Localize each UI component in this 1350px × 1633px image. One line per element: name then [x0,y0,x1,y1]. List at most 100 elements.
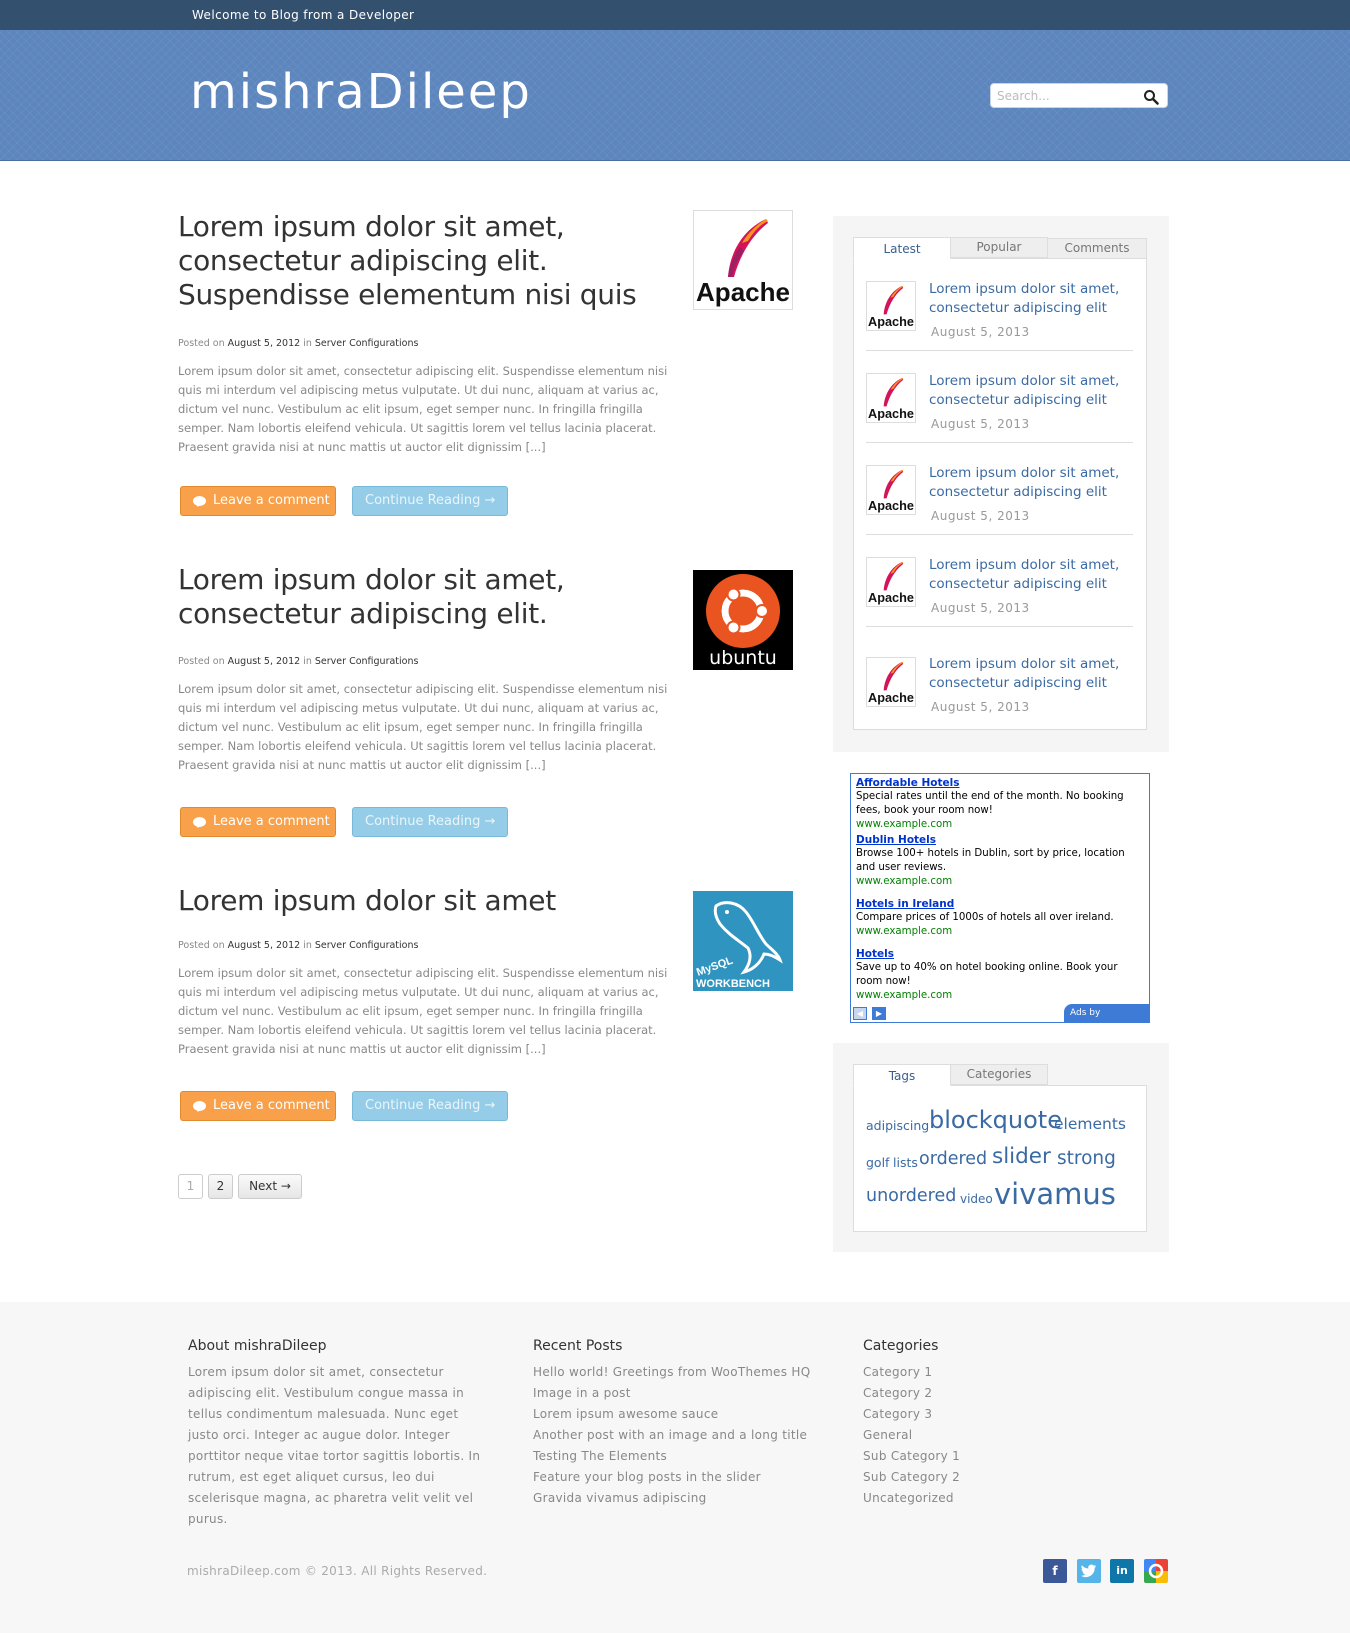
tag-link[interactable]: golf [866,1155,889,1170]
ad-url[interactable]: www.example.com [856,875,1146,889]
category-link[interactable]: Uncategorized [863,1488,1113,1509]
category-link[interactable]: Category 1 [863,1362,1113,1383]
latest-item-title[interactable]: Lorem ipsum dolor sit amet, consectetur … [929,372,1134,410]
latest-item[interactable]: Apache Lorem ipsum dolor sit amet, conse… [866,443,1133,535]
category-link[interactable]: General [863,1425,1113,1446]
mysql-workbench-logo-icon: MySQL WORKBENCH [695,901,783,990]
tab-tags[interactable]: Tags [853,1064,951,1086]
category-link[interactable]: Sub Category 1 [863,1446,1113,1467]
tag-link[interactable]: slider [992,1144,1051,1169]
post: Lorem ipsum dolor sit amet Posted on Aug… [178,884,798,1124]
site-logo[interactable]: mishraDileep [190,64,532,120]
continue-reading-button[interactable]: Continue Reading → [352,486,508,516]
post-title[interactable]: Lorem ipsum dolor sit amet, consectetur … [178,210,678,312]
category-link[interactable]: Sub Category 2 [863,1467,1113,1488]
search-icon[interactable] [1143,89,1159,105]
post-title[interactable]: Lorem ipsum dolor sit amet [178,884,678,918]
continue-reading-button[interactable]: Continue Reading → [352,807,508,837]
latest-item-thumbnail[interactable]: Apache [866,373,916,423]
ad-title[interactable]: Hotels [856,947,1146,961]
post-date[interactable]: August 5, 2012 [228,656,301,667]
leave-comment-button[interactable]: Leave a comment [180,486,336,516]
continue-reading-label: Continue Reading → [365,814,496,829]
latest-item[interactable]: Apache Lorem ipsum dolor sit amet, conse… [866,627,1133,719]
tag-link[interactable]: video [960,1192,993,1206]
tag-link[interactable]: ordered [919,1149,987,1169]
category-link[interactable]: Category 3 [863,1404,1113,1425]
post-thumbnail[interactable]: Apache [693,210,793,310]
copyright-text: mishraDileep.com © 2013. All Rights Rese… [187,1564,488,1578]
latest-item-thumbnail[interactable]: Apache [866,557,916,607]
ad-title[interactable]: Hotels in Ireland [856,897,1146,911]
ad-title[interactable]: Dublin Hotels [856,833,1146,847]
latest-item[interactable]: Apache Lorem ipsum dolor sit amet, conse… [866,259,1133,351]
tab-popular[interactable]: Popular [950,237,1048,258]
latest-item-title[interactable]: Lorem ipsum dolor sit amet, consectetur … [929,280,1134,318]
post-date[interactable]: August 5, 2012 [228,940,301,951]
site-header: mishraDileep [0,30,1350,161]
post-thumbnail[interactable]: MySQL WORKBENCH [693,891,793,991]
ad-next-arrow-icon[interactable]: ▶ [872,1007,886,1020]
post-thumbnail[interactable]: ubuntu [693,570,793,670]
latest-item[interactable]: Apache Lorem ipsum dolor sit amet, conse… [866,351,1133,443]
latest-item-thumbnail[interactable]: Apache [866,465,916,515]
post-date[interactable]: August 5, 2012 [228,338,301,349]
ad-url[interactable]: www.example.com [856,989,1146,1003]
ad-item[interactable]: Hotels in Ireland Compare prices of 1000… [856,897,1146,939]
leave-comment-button[interactable]: Leave a comment [180,1091,336,1121]
recent-post-link[interactable]: Lorem ipsum awesome sauce [533,1404,833,1425]
footer-about: About mishraDileep Lorem ipsum dolor sit… [188,1338,488,1530]
ads-by-label: Ads by [1070,1008,1101,1018]
ad-url[interactable]: www.example.com [856,818,1146,832]
post-category[interactable]: Server Configurations [315,656,419,667]
facebook-icon[interactable]: f [1043,1559,1067,1583]
ad-url[interactable]: www.example.com [856,925,1146,939]
latest-item-thumbnail[interactable]: Apache [866,657,916,707]
tag-link[interactable]: vivamus [994,1177,1116,1211]
ad-item[interactable]: Affordable Hotels Special rates until th… [856,776,1146,832]
post-meta: Posted on August 5, 2012 in Server Confi… [178,940,418,951]
next-page-link[interactable]: Next → [238,1174,302,1199]
latest-item-title[interactable]: Lorem ipsum dolor sit amet, consectetur … [929,464,1134,502]
recent-post-link[interactable]: Image in a post [533,1383,833,1404]
recent-post-link[interactable]: Another post with an image and a long ti… [533,1425,833,1446]
ad-title[interactable]: Affordable Hotels [856,776,1146,790]
linkedin-icon[interactable]: in [1110,1559,1134,1583]
latest-item-thumbnail[interactable]: Apache [866,281,916,331]
google-plus-icon[interactable] [1144,1559,1168,1583]
latest-item-title[interactable]: Lorem ipsum dolor sit amet, consectetur … [929,556,1134,594]
recent-post-link[interactable]: Gravida vivamus adipiscing [533,1488,833,1509]
ad-prev-arrow-icon[interactable]: ◀ [853,1007,867,1020]
apache-logo-text: Apache [868,498,914,513]
welcome-text: Welcome to Blog from a Developer [192,8,415,22]
ad-item[interactable]: Dublin Hotels Browse 100+ hotels in Dubl… [856,833,1146,889]
apache-logo-icon: Apache [868,469,914,513]
latest-item-title[interactable]: Lorem ipsum dolor sit amet, consectetur … [929,655,1134,693]
recent-post-link[interactable]: Testing The Elements [533,1446,833,1467]
recent-post-link[interactable]: Feature your blog posts in the slider [533,1467,833,1488]
latest-item[interactable]: Apache Lorem ipsum dolor sit amet, conse… [866,535,1133,627]
twitter-icon[interactable] [1077,1559,1101,1583]
ad-item[interactable]: Hotels Save up to 40% on hotel booking o… [856,947,1146,1003]
leave-comment-button[interactable]: Leave a comment [180,807,336,837]
apache-logo-text: Apache [868,590,914,605]
ads-by-google-badge[interactable]: Ads by Google [1064,1004,1149,1038]
tab-categories[interactable]: Categories [950,1064,1048,1085]
search-input[interactable] [997,87,1137,105]
tag-link[interactable]: elements [1054,1115,1126,1133]
continue-reading-button[interactable]: Continue Reading → [352,1091,508,1121]
apache-logo-icon: Apache [868,377,914,421]
tab-comments[interactable]: Comments [1047,238,1147,259]
post-title[interactable]: Lorem ipsum dolor sit amet, consectetur … [178,563,678,631]
tag-link[interactable]: blockquote [929,1106,1062,1134]
post-category[interactable]: Server Configurations [315,940,419,951]
tab-latest[interactable]: Latest [853,237,951,259]
tag-link[interactable]: adipiscing [866,1118,929,1133]
tag-link[interactable]: strong [1057,1148,1116,1169]
tag-link[interactable]: lists [893,1155,918,1170]
post-category[interactable]: Server Configurations [315,338,419,349]
category-link[interactable]: Category 2 [863,1383,1113,1404]
tag-link[interactable]: unordered [866,1186,956,1206]
page-2-link[interactable]: 2 [208,1174,233,1199]
recent-post-link[interactable]: Hello world! Greetings from WooThemes HQ [533,1362,833,1383]
